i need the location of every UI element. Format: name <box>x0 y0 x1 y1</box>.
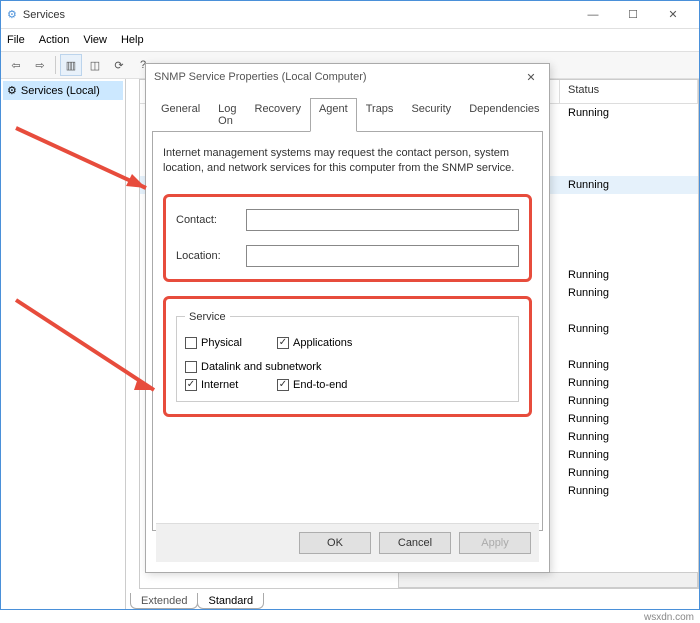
check-internet[interactable]: ✓Internet <box>185 379 265 391</box>
back-button[interactable]: ⇦ <box>5 54 27 76</box>
gear-icon: ⚙ <box>7 84 17 97</box>
forward-button[interactable]: ⇨ <box>29 54 51 76</box>
minimize-button[interactable]: — <box>573 4 613 26</box>
titlebar: ⚙ Services — ☐ ✕ <box>1 1 699 29</box>
tab-logon[interactable]: Log On <box>209 98 245 132</box>
cell-status: Running <box>560 323 698 335</box>
location-input[interactable] <box>246 245 519 267</box>
dialog-title: SNMP Service Properties (Local Computer) <box>154 71 521 83</box>
tree-root-item[interactable]: ⚙ Services (Local) <box>3 81 123 100</box>
dialog-button-row: OK Cancel Apply <box>156 523 539 562</box>
tab-standard[interactable]: Standard <box>197 593 264 609</box>
dialog-tab-body: Internet management systems may request … <box>152 131 543 531</box>
cell-status: Running <box>560 287 698 299</box>
check-applications[interactable]: ✓Applications <box>277 337 357 349</box>
maximize-button[interactable]: ☐ <box>613 4 653 26</box>
cell-status: Running <box>560 107 698 119</box>
tab-agent[interactable]: Agent <box>310 98 357 132</box>
tab-traps[interactable]: Traps <box>357 98 403 132</box>
cell-status: Running <box>560 179 698 191</box>
annotation-highlight-contact: Contact: Location: <box>163 194 532 282</box>
contact-label: Contact: <box>176 214 246 226</box>
horizontal-scrollbar[interactable] <box>398 572 698 588</box>
annotation-arrow-icon <box>6 118 166 201</box>
window-title: Services <box>23 9 573 21</box>
tree-root-label: Services (Local) <box>21 85 100 97</box>
col-status[interactable]: Status <box>560 80 698 103</box>
check-endtoend[interactable]: ✓End-to-end <box>277 379 357 391</box>
annotation-arrow-icon <box>6 290 166 403</box>
dialog-close-button[interactable]: ✕ <box>521 71 541 84</box>
refresh-button[interactable]: ⟳ <box>108 54 130 76</box>
properties-dialog: SNMP Service Properties (Local Computer)… <box>145 63 550 573</box>
menu-file[interactable]: File <box>7 34 25 46</box>
checkbox-icon: ✓ <box>277 337 289 349</box>
annotation-highlight-service: Service Physical ✓Applications Datalink … <box>163 296 532 417</box>
menu-action[interactable]: Action <box>39 34 70 46</box>
dialog-tabstrip: General Log On Recovery Agent Traps Secu… <box>146 90 549 132</box>
tab-recovery[interactable]: Recovery <box>246 98 310 132</box>
cell-status: Running <box>560 467 698 479</box>
checkbox-icon <box>185 337 197 349</box>
cell-status: Running <box>560 431 698 443</box>
cell-status: Running <box>560 377 698 389</box>
dialog-titlebar: SNMP Service Properties (Local Computer)… <box>146 64 549 90</box>
ok-button[interactable]: OK <box>299 532 371 554</box>
export-button[interactable]: ◫ <box>84 54 106 76</box>
show-hide-tree-button[interactable]: ▥ <box>60 54 82 76</box>
cell-status: Running <box>560 449 698 461</box>
checkbox-icon: ✓ <box>277 379 289 391</box>
close-button[interactable]: ✕ <box>653 4 693 26</box>
check-physical[interactable]: Physical <box>185 337 265 349</box>
separator <box>55 56 56 74</box>
tab-extended[interactable]: Extended <box>130 593 198 609</box>
bottom-tabs: Extended Standard <box>130 589 263 609</box>
check-datalink[interactable]: Datalink and subnetwork <box>185 361 345 373</box>
agent-description: Internet management systems may request … <box>163 146 532 176</box>
checkbox-icon <box>185 361 197 373</box>
menu-help[interactable]: Help <box>121 34 144 46</box>
cell-status: Running <box>560 359 698 371</box>
menu-view[interactable]: View <box>83 34 107 46</box>
watermark: wsxdn.com <box>644 612 694 623</box>
cell-status: Running <box>560 269 698 281</box>
cell-status: Running <box>560 485 698 497</box>
location-label: Location: <box>176 250 246 262</box>
tab-security[interactable]: Security <box>402 98 460 132</box>
service-legend: Service <box>185 311 230 323</box>
cancel-button[interactable]: Cancel <box>379 532 451 554</box>
checkbox-icon: ✓ <box>185 379 197 391</box>
service-fieldset: Service Physical ✓Applications Datalink … <box>176 311 519 402</box>
cell-status: Running <box>560 395 698 407</box>
contact-input[interactable] <box>246 209 519 231</box>
menubar: File Action View Help <box>1 29 699 51</box>
gear-icon: ⚙ <box>7 8 17 21</box>
apply-button[interactable]: Apply <box>459 532 531 554</box>
cell-status: Running <box>560 413 698 425</box>
tab-dependencies[interactable]: Dependencies <box>460 98 548 132</box>
